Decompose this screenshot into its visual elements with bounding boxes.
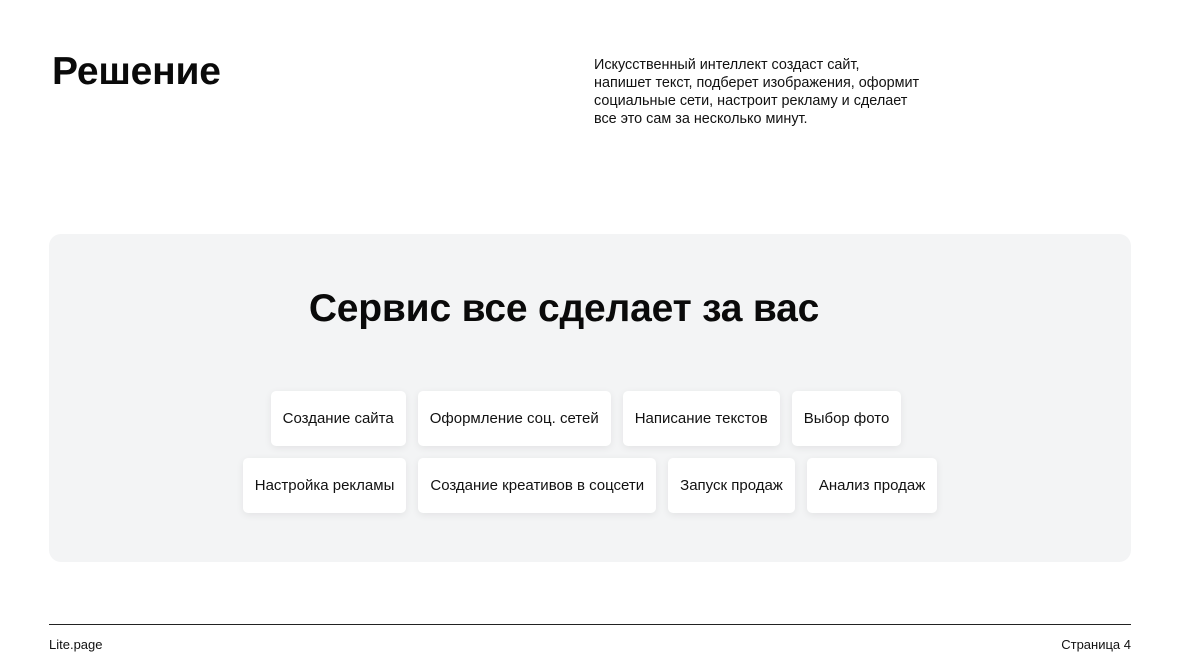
- service-chip-row: Настройка рекламы Создание креативов в с…: [49, 458, 1131, 513]
- service-chip-site-creation: Создание сайта: [270, 391, 406, 446]
- services-panel: Сервис все сделает за вас Создание сайта…: [49, 234, 1131, 562]
- service-chip-sales-launch: Запуск продаж: [668, 458, 795, 513]
- page-title: Решение: [52, 50, 221, 93]
- service-chip-text-writing: Написание текстов: [622, 391, 780, 446]
- page-number: Страница 4: [1061, 637, 1131, 652]
- intro-line: все это сам за несколько минут.: [594, 111, 808, 127]
- service-chip-sales-analysis: Анализ продаж: [806, 458, 938, 513]
- footer-divider: [49, 624, 1131, 625]
- intro-line: социальные сети, настроит рекламу и сдел…: [594, 93, 908, 109]
- service-chip-creatives: Создание креативов в соцсети: [418, 458, 657, 513]
- footer-brand: Lite.page: [49, 637, 103, 652]
- service-chip-row: Создание сайта Оформление соц. сетей Нап…: [49, 391, 1131, 446]
- service-chip-photo-selection: Выбор фото: [791, 391, 902, 446]
- intro-text: Искусственный интеллект создаст сайт, на…: [594, 56, 964, 128]
- service-chip-social-design: Оформление соц. сетей: [417, 391, 611, 446]
- intro-line: напишет текст, подберет изображения, офо…: [594, 75, 920, 91]
- slide: Решение Искусственный интеллект создаст …: [0, 0, 1180, 664]
- intro-line: Искусственный интеллект создаст сайт,: [594, 57, 860, 73]
- service-chip-ad-setup: Настройка рекламы: [242, 458, 407, 513]
- panel-title: Сервис все сделает за вас: [308, 287, 820, 330]
